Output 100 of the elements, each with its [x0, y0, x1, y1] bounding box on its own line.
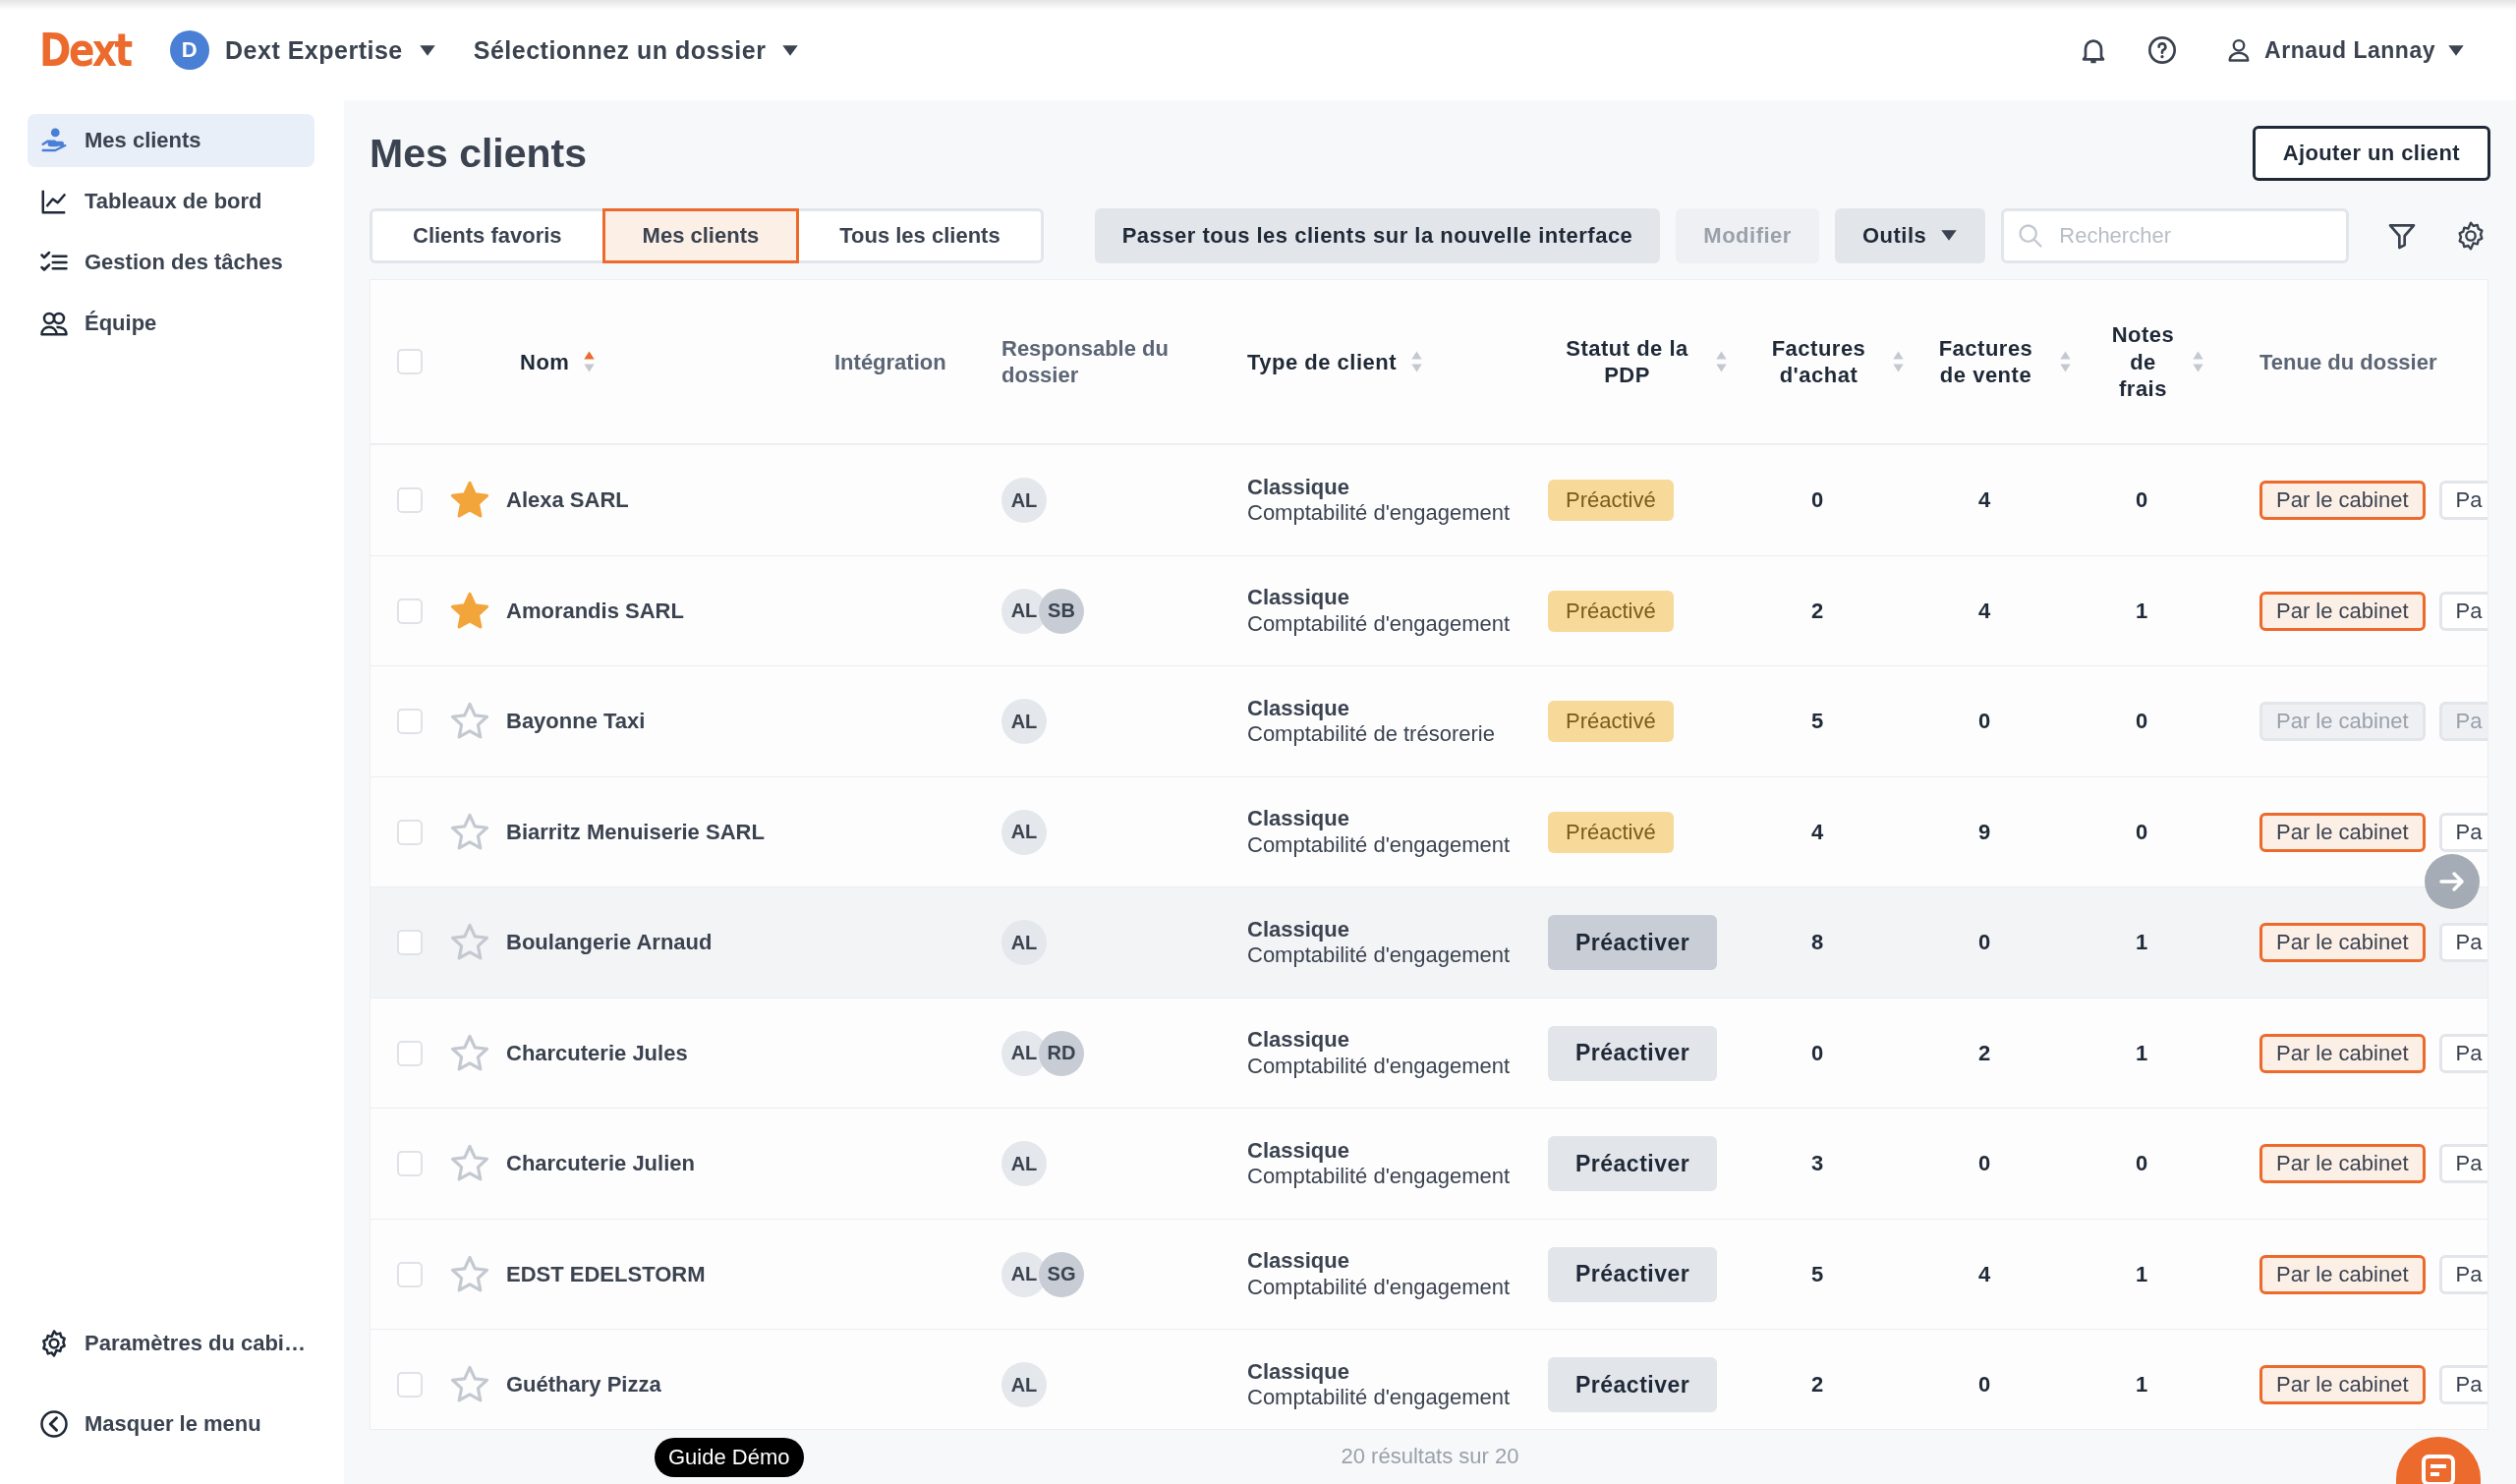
page-title: Mes clients: [370, 130, 588, 177]
avatar: AL: [1001, 1141, 1047, 1186]
row-checkbox[interactable]: [397, 1372, 423, 1398]
sort-icon[interactable]: [1891, 350, 1905, 374]
expense-note-count: 1: [2135, 598, 2148, 624]
sort-icon[interactable]: [2191, 350, 2204, 374]
table-row[interactable]: EDST EDELSTORM AL SG Classique Comptabilité d'engagement Préactiver 5 4 1 Par le cabinet Pa: [371, 1219, 2487, 1331]
purchase-invoice-count: 3: [1810, 1151, 1824, 1176]
keeping-option[interactable]: Par le cabinet: [2259, 1365, 2426, 1404]
table-row[interactable]: Charcuterie Julien AL Classique Comptabilité d'engagement Préactiver 3 0 0 Par le cabinet Pa: [371, 1109, 2487, 1220]
chat-button[interactable]: [2396, 1437, 2481, 1484]
keeping-option[interactable]: Par le cabinet: [2259, 591, 2426, 631]
column-header: Responsable du dossier: [1001, 334, 1170, 389]
sidebar-item[interactable]: Masquer le menu: [28, 1398, 314, 1451]
column-header[interactable]: Notes de frais: [2108, 321, 2178, 403]
row-checkbox[interactable]: [397, 487, 423, 513]
row-checkbox[interactable]: [397, 819, 423, 845]
keeping-option[interactable]: Pa: [2438, 812, 2487, 852]
column-header: Tenue du dossier: [2259, 348, 2437, 375]
keeping-option[interactable]: Pa: [2438, 1144, 2487, 1183]
guide-demo-button[interactable]: Guide Démo: [655, 1437, 804, 1477]
sidebar-item[interactable]: Équipe: [28, 297, 314, 350]
caret-icon: [1940, 229, 1959, 243]
client-type: Classique: [1247, 474, 1350, 500]
keeping-option[interactable]: Par le cabinet: [2259, 1144, 2426, 1183]
table-row[interactable]: Charcuterie Jules AL RD Classique Comptabilité d'engagement Préactiver 0 2 1 Par le cabinet Pa: [371, 998, 2487, 1110]
row-checkbox[interactable]: [397, 1151, 423, 1176]
column-header[interactable]: Type de client: [1247, 348, 1398, 375]
table-row[interactable]: Alexa SARL AL Classique Comptabilité d'engagement Préactivé 0 4 0 Par le cabinet Pa: [371, 445, 2487, 556]
keeping-option[interactable]: Par le cabinet: [2259, 481, 2426, 520]
sidebar-item[interactable]: Mes clients: [28, 114, 314, 167]
keeping-option[interactable]: Par le cabinet: [2259, 1254, 2426, 1294]
avatar: RD: [1039, 1030, 1084, 1076]
keeping-option[interactable]: Par le cabinet: [2259, 1033, 2426, 1073]
status-badge: Préactivé: [1548, 811, 1674, 853]
preactivate-button[interactable]: Préactiver: [1548, 915, 1718, 970]
accounting-type: Comptabilité d'engagement: [1247, 1164, 1512, 1190]
expense-note-count: 1: [2135, 1261, 2148, 1287]
view-tab[interactable]: Clients favoris: [372, 207, 602, 263]
folder-dropdown[interactable]: Sélectionnez un dossier: [473, 35, 800, 65]
sidebar-item[interactable]: Gestion des tâches: [28, 236, 314, 289]
client-name[interactable]: Charcuterie Jules: [506, 1040, 688, 1065]
sidebar-item[interactable]: Paramètres du cabi…: [28, 1317, 314, 1370]
keeping-option[interactable]: Pa: [2438, 923, 2487, 962]
keeping-option[interactable]: Par le cabinet: [2259, 812, 2426, 852]
select-all-checkbox[interactable]: [397, 349, 423, 375]
keeping-option[interactable]: Pa: [2438, 1033, 2487, 1073]
user-menu[interactable]: Arnaud Lannay: [2225, 36, 2465, 64]
row-checkbox[interactable]: [397, 1040, 423, 1066]
row-checkbox[interactable]: [397, 930, 423, 955]
purchase-invoice-count: 2: [1810, 598, 1824, 624]
column-header[interactable]: Factures de vente: [1926, 334, 2045, 389]
purchase-invoice-count: 5: [1810, 1261, 1824, 1287]
accounting-type: Comptabilité d'engagement: [1247, 1053, 1512, 1079]
add-client-button[interactable]: Ajouter un client: [2252, 126, 2490, 182]
sort-icon[interactable]: [1714, 350, 1728, 374]
table-row[interactable]: Guéthary Pizza AL Classique Comptabilité d'engagement Préactiver 2 0 1 Par le cabinet Pa: [371, 1330, 2487, 1429]
sales-invoice-count: 0: [1977, 709, 1991, 734]
help-icon[interactable]: [2146, 34, 2179, 66]
table-row[interactable]: Boulangerie Arnaud AL Classique Comptabilité d'engagement Préactiver 8 0 1 Par le cabinet Pa: [371, 887, 2487, 999]
view-tab[interactable]: Tous les clients: [799, 207, 1041, 263]
client-name[interactable]: Charcuterie Julien: [506, 1151, 695, 1175]
row-checkbox[interactable]: [397, 1261, 423, 1287]
client-name[interactable]: Amorandis SARL: [506, 598, 684, 623]
preactivate-button[interactable]: Préactiver: [1548, 1246, 1718, 1302]
keeping-option[interactable]: Pa: [2438, 1365, 2487, 1404]
scroll-right-button[interactable]: [2425, 854, 2480, 910]
sort-icon[interactable]: [2058, 350, 2072, 374]
preactivate-button[interactable]: Préactiver: [1548, 1136, 1718, 1191]
search-icon: [2017, 221, 2045, 250]
sidebar-item[interactable]: Tableaux de bord: [28, 175, 314, 228]
client-name[interactable]: Bayonne Taxi: [506, 709, 646, 733]
organization-dropdown[interactable]: D Dext Expertise: [170, 30, 436, 70]
client-name[interactable]: Boulangerie Arnaud: [506, 930, 713, 954]
row-checkbox[interactable]: [397, 709, 423, 734]
preactivate-button[interactable]: Préactiver: [1548, 1025, 1718, 1081]
sort-icon[interactable]: [1410, 350, 1424, 374]
keeping-option[interactable]: Pa: [2438, 481, 2487, 520]
column-header[interactable]: Statut de la PDP: [1553, 334, 1701, 389]
column-header[interactable]: Factures d'achat: [1759, 334, 1878, 389]
sort-icon[interactable]: [583, 350, 597, 374]
expense-note-count: 1: [2135, 930, 2148, 955]
purchase-invoice-count: 2: [1810, 1372, 1824, 1398]
column-header: Intégration: [834, 348, 946, 375]
keeping-option[interactable]: Pa: [2438, 591, 2487, 631]
results-count: 20 résultats sur 20: [1341, 1444, 1519, 1470]
client-name[interactable]: EDST EDELSTORM: [506, 1261, 706, 1286]
tools-dropdown[interactable]: Outils: [1834, 207, 1986, 263]
keeping-option[interactable]: Pa: [2438, 1254, 2487, 1294]
client-name[interactable]: Alexa SARL: [506, 487, 629, 512]
preactivate-button[interactable]: Préactiver: [1548, 1357, 1718, 1412]
keeping-option[interactable]: Par le cabinet: [2259, 923, 2426, 962]
client-name[interactable]: Guéthary Pizza: [506, 1372, 661, 1397]
column-header[interactable]: Nom: [520, 348, 570, 375]
client-name[interactable]: Biarritz Menuiserie SARL: [506, 819, 765, 844]
view-tab[interactable]: Mes clients: [601, 207, 800, 263]
row-checkbox[interactable]: [397, 598, 423, 624]
migrate-button[interactable]: Passer tous les clients sur la nouvelle interface: [1094, 207, 1661, 263]
table-row[interactable]: Amorandis SARL AL SB Classique Comptabilité d'engagement Préactivé 2 4 1 Par le cabinet Pa: [371, 555, 2487, 667]
search-field[interactable]: Rechercher: [2001, 207, 2350, 263]
